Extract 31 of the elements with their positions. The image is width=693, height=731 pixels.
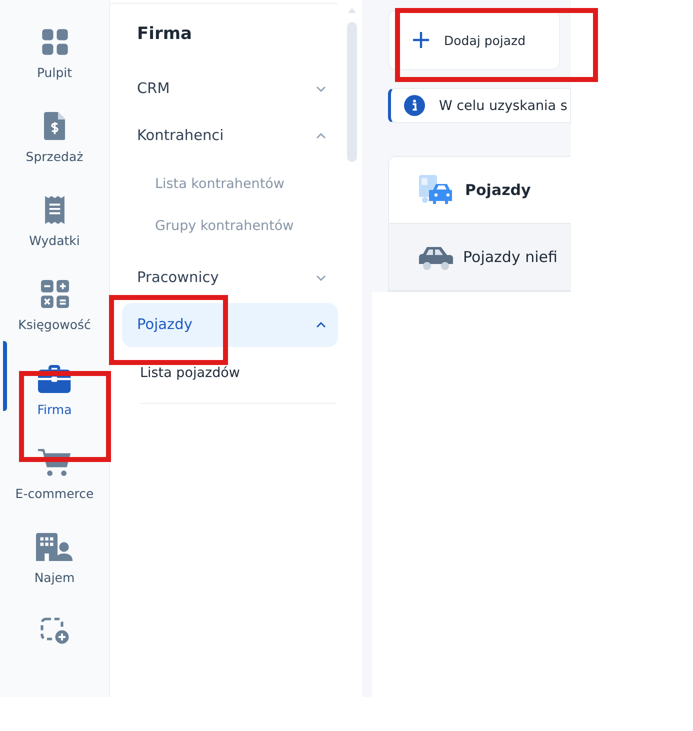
- menu-group[interactable]: Pracownicy: [122, 256, 338, 300]
- nav-item[interactable]: E-commerce: [15, 444, 94, 501]
- receipt-icon: [44, 196, 66, 224]
- tab[interactable]: Pojazdy niefi: [389, 224, 571, 291]
- chevron-icon: [316, 275, 326, 281]
- tab[interactable]: Pojazdy: [389, 157, 571, 224]
- add-frame-icon: [40, 616, 70, 645]
- nav-item[interactable]: Księgowość: [18, 276, 91, 332]
- chevron-icon: [316, 86, 326, 92]
- menu-group[interactable]: Pojazdy: [122, 303, 338, 347]
- info-text: W celu uzyskania s: [439, 98, 568, 114]
- plus-icon: [412, 31, 430, 49]
- menu-group[interactable]: Kontrahenci: [122, 114, 338, 158]
- invoice-icon: [44, 112, 66, 140]
- nav-item[interactable]: Najem: [34, 528, 75, 585]
- grid-icon: [40, 28, 68, 56]
- vehicles-icon: [419, 175, 455, 205]
- calculator-icon: [40, 280, 68, 308]
- menu-item[interactable]: Lista pojazdów: [122, 352, 338, 394]
- active-indicator: [2, 340, 6, 410]
- cart-icon: [38, 448, 71, 477]
- nav-item[interactable]: Firma: [37, 360, 72, 416]
- building-person-icon: [36, 532, 73, 561]
- nav-item[interactable]: Sprzedaż: [26, 108, 84, 164]
- nav-item[interactable]: Pulpit: [36, 24, 72, 80]
- chevron-icon: [316, 133, 326, 139]
- menu-group[interactable]: CRM: [122, 67, 338, 111]
- submenu-title: Firma: [136, 23, 194, 46]
- info-icon: [404, 95, 425, 116]
- nav-item[interactable]: Wydatki: [29, 192, 80, 248]
- chevron-icon: [316, 322, 326, 328]
